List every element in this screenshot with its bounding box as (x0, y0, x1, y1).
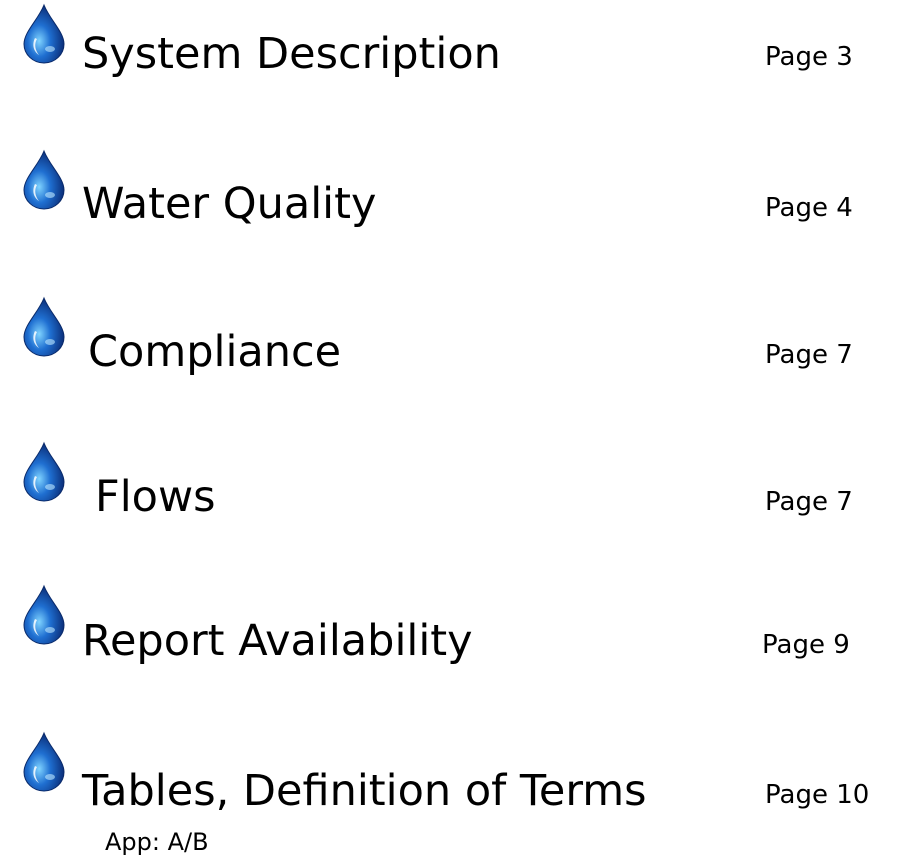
toc-entry-system-description: System Description Page 3 (0, 0, 905, 79)
toc-entry-subtitle: App: A/B (105, 828, 209, 856)
toc-entry-flows: Flows Page 7 (0, 435, 905, 522)
toc-entry-title: System Description (82, 29, 501, 79)
water-drop-icon (16, 730, 72, 792)
toc-entry-title: Flows (95, 472, 216, 522)
water-drop-icon (16, 295, 72, 357)
toc-entry-report-availability: Report Availability Page 9 (0, 578, 905, 666)
toc-entry-water-quality: Water Quality Page 4 (0, 143, 905, 229)
water-drop-icon (16, 440, 72, 502)
toc-entry-page: Page 4 (765, 193, 853, 223)
toc-entry-page: Page 7 (765, 340, 853, 370)
toc-entry-page: Page 7 (765, 487, 853, 517)
toc-entry-title: Report Availability (82, 616, 473, 666)
water-drop-icon (16, 148, 72, 210)
water-drop-icon (16, 583, 72, 645)
toc-entry-title: Water Quality (82, 179, 377, 229)
water-drop-icon (16, 2, 72, 64)
toc-entry-title: Compliance (88, 327, 342, 377)
toc-entry-title: Tables, Definition of Terms (82, 766, 647, 816)
toc-entry-page: Page 10 (765, 780, 870, 810)
toc-entry-page: Page 3 (765, 42, 853, 72)
toc-entry-compliance: Compliance Page 7 (0, 290, 905, 377)
toc-entry-tables-definition-of-terms: Tables, Definition of Terms Page 10 App:… (0, 725, 905, 856)
toc-entry-page: Page 9 (762, 630, 850, 660)
